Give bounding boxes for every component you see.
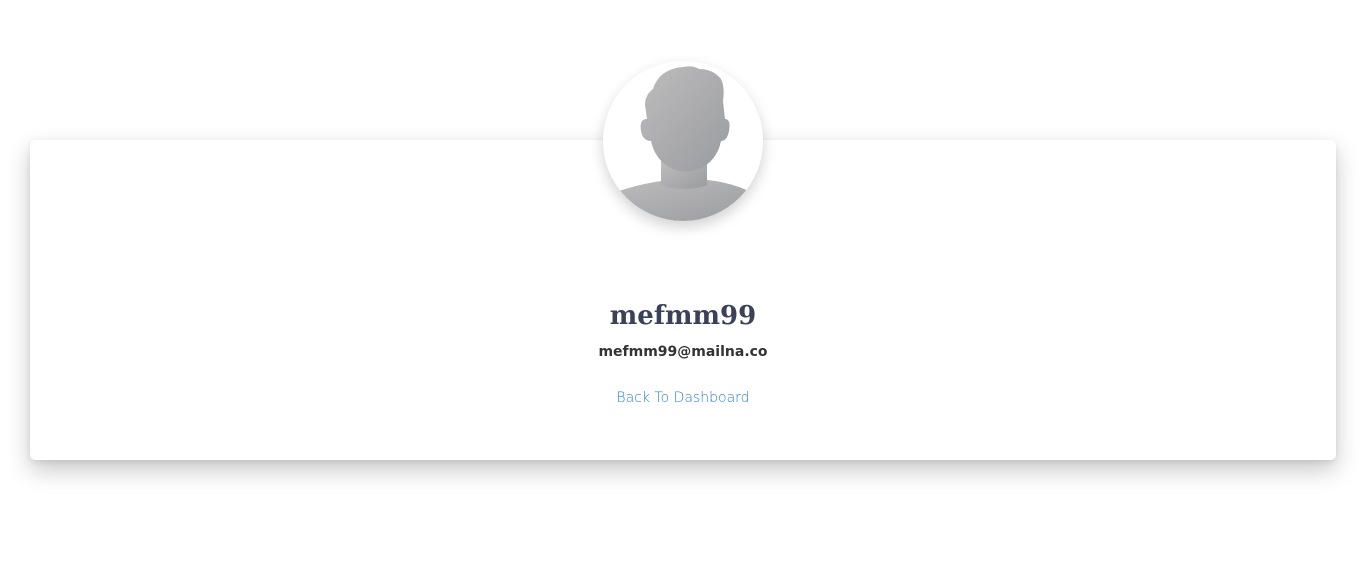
avatar [603,61,763,221]
back-to-dashboard-link[interactable]: Back To Dashboard [616,390,749,406]
back-link-container: Back To Dashboard [30,387,1336,409]
default-user-silhouette-icon [603,61,763,221]
profile-email: mefmm99@mailna.co [598,344,768,360]
profile-username: mefmm99 [609,301,757,331]
profile-page: mefmm99 mefmm99@mailna.co Back To Dashbo… [0,0,1366,568]
